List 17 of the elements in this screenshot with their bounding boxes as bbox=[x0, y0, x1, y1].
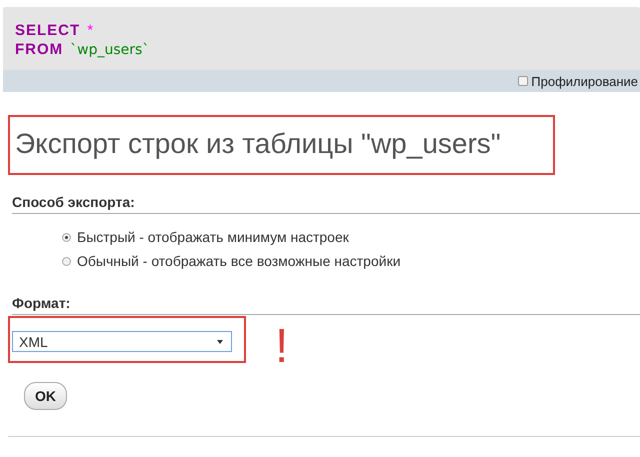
exclamation-mark: ! bbox=[275, 322, 288, 372]
page-title: Экспорт строк из таблицы "wp_users" bbox=[15, 127, 502, 161]
section-heading: Способ экспорта: bbox=[12, 193, 136, 211]
option-label[interactable]: Обычный - отображать все возможные настройки bbox=[77, 252, 401, 270]
sql-token: `wp_users` bbox=[70, 42, 150, 58]
sql-token: FROM bbox=[15, 41, 64, 58]
option-label[interactable]: Быстрый - отображать минимум настроек bbox=[77, 228, 349, 246]
sql-token: SELECT bbox=[15, 22, 80, 39]
profiling-label[interactable]: Профилирование bbox=[531, 74, 638, 88]
caret-icon bbox=[217, 340, 223, 344]
radio-button[interactable] bbox=[62, 256, 71, 266]
format-dropdown[interactable]: XML bbox=[12, 331, 232, 352]
radio-button[interactable] bbox=[62, 232, 71, 242]
section-heading: Формат: bbox=[12, 294, 72, 312]
sql-token: * bbox=[87, 22, 94, 39]
profiling-checkbox[interactable] bbox=[518, 76, 528, 86]
ok-button[interactable]: OK bbox=[24, 382, 67, 410]
